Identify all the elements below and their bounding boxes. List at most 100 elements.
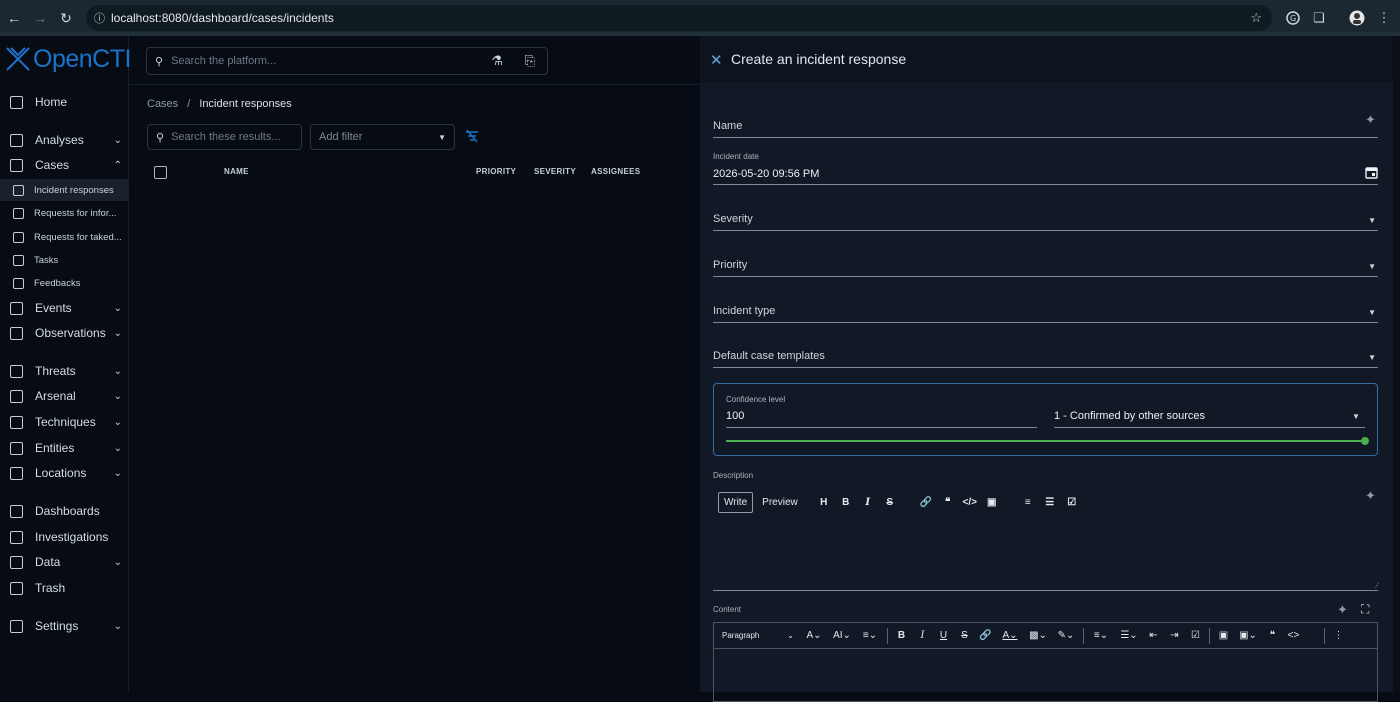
bullet-list-icon[interactable]: ≡: [1017, 497, 1039, 508]
highlight-icon[interactable]: ✎⌄: [1052, 630, 1080, 641]
sidebar-item-requests-for-infor[interactable]: Requests for infor...: [0, 202, 129, 224]
todo-list-icon[interactable]: ☑: [1185, 630, 1206, 641]
numbered-list-icon[interactable]: ☰: [1039, 497, 1061, 508]
confidence-select[interactable]: 1 - Confirmed by other sources: [1054, 410, 1205, 422]
code-block-icon[interactable]: <>: [1283, 630, 1304, 641]
clear-filters-icon[interactable]: [465, 129, 479, 146]
background-color-icon[interactable]: ▩⌄: [1024, 630, 1052, 641]
strikethrough-icon[interactable]: S: [954, 630, 975, 641]
indent-icon[interactable]: ⇥: [1164, 630, 1185, 641]
sidebar-item-dashboards[interactable]: Dashboards: [0, 499, 129, 523]
page-scrollbar[interactable]: [1393, 36, 1400, 692]
ai-sparkle-icon[interactable]: ✦: [1365, 112, 1376, 128]
block-quote-icon[interactable]: ❝: [1262, 630, 1283, 641]
write-tab[interactable]: Write: [718, 491, 754, 513]
incident-type-select[interactable]: Incident type ▼: [713, 298, 1378, 323]
column-priority[interactable]: PRIORITY: [476, 167, 516, 176]
font-family-icon[interactable]: AI⌄: [828, 630, 856, 641]
ai-search-icon[interactable]: ⚗: [491, 53, 503, 69]
confidence-input[interactable]: 100: [726, 410, 744, 422]
bold-icon[interactable]: B: [891, 630, 912, 641]
grammarly-icon[interactable]: G: [1283, 5, 1303, 31]
sidebar-item-analyses[interactable]: Analyses ⌄: [0, 128, 129, 152]
image-options-icon[interactable]: ▣⌄: [1234, 630, 1262, 641]
reload-icon[interactable]: ↻: [52, 4, 80, 32]
platform-search-input[interactable]: ⚲ Search the platform... ⚗ ⎘: [146, 47, 548, 75]
sidebar-item-incident-responses[interactable]: Incident responses: [0, 179, 129, 201]
case-templates-select[interactable]: Default case templates ▼: [713, 343, 1378, 368]
sidebar-item-techniques[interactable]: Techniques ⌄: [0, 410, 129, 434]
link-icon[interactable]: 🔗: [915, 497, 937, 508]
caret-down-icon: ▼: [1368, 308, 1376, 317]
select-all-checkbox[interactable]: [154, 166, 167, 179]
sidebar-item-locations[interactable]: Locations ⌄: [0, 461, 129, 485]
close-icon[interactable]: ✕: [710, 51, 723, 69]
sidebar-item-cases[interactable]: Cases ⌃: [0, 153, 129, 177]
confidence-slider-thumb[interactable]: [1361, 437, 1369, 445]
confidence-slider-track[interactable]: [726, 440, 1366, 442]
breadcrumb-cases[interactable]: Cases: [147, 98, 178, 110]
name-field[interactable]: Name: [713, 116, 1378, 138]
sidebar-item-observations[interactable]: Observations ⌄: [0, 321, 129, 345]
calendar-icon[interactable]: [1365, 166, 1378, 184]
align-icon[interactable]: ≡⌄: [856, 630, 884, 641]
bulk-search-icon[interactable]: ⎘: [525, 53, 535, 69]
forward-icon[interactable]: →: [26, 4, 54, 32]
address-bar[interactable]: ⓘ localhost:8080/dashboard/cases/inciden…: [86, 5, 1272, 31]
checklist-icon[interactable]: ☑: [1061, 497, 1083, 508]
bold-icon[interactable]: B: [835, 497, 857, 508]
column-name[interactable]: NAME: [224, 167, 249, 176]
opencti-logo[interactable]: OpenCTI: [5, 44, 131, 74]
font-size-icon[interactable]: A⌄: [800, 630, 828, 641]
resize-handle-icon[interactable]: ∕: [1377, 581, 1378, 590]
ai-sparkle-icon[interactable]: ✦: [1337, 602, 1348, 618]
heading-icon[interactable]: H: [813, 497, 835, 508]
sidebar-item-data[interactable]: Data ⌄: [0, 550, 129, 574]
font-color-icon[interactable]: A⌄: [996, 630, 1024, 641]
list-search-input[interactable]: ⚲ Search these results...: [147, 124, 302, 150]
case-templates-label: Default case templates: [713, 350, 825, 362]
sidebar-item-feedbacks[interactable]: Feedbacks: [0, 272, 129, 294]
image-icon[interactable]: ▣: [981, 497, 1003, 508]
link-icon[interactable]: 🔗: [975, 630, 996, 641]
bookmark-star-icon[interactable]: ☆: [1250, 10, 1262, 26]
profile-avatar[interactable]: [1346, 5, 1368, 31]
sidebar-item-settings[interactable]: Settings ⌄: [0, 614, 129, 638]
sidebar-item-arsenal[interactable]: Arsenal ⌄: [0, 384, 129, 408]
strikethrough-icon[interactable]: S: [879, 497, 901, 508]
ai-sparkle-icon[interactable]: ✦: [1365, 488, 1376, 504]
browser-menu-icon[interactable]: ⋮: [1374, 5, 1394, 31]
severity-select[interactable]: Severity ▼: [713, 206, 1378, 231]
sidebar-item-threats[interactable]: Threats ⌄: [0, 359, 129, 383]
description-textarea[interactable]: ∕: [713, 514, 1378, 591]
code-icon[interactable]: </>: [959, 497, 981, 508]
column-severity[interactable]: SEVERITY: [534, 167, 576, 176]
extensions-icon[interactable]: ❏: [1309, 5, 1329, 31]
underline-icon[interactable]: U: [933, 630, 954, 641]
sidebar-item-trash[interactable]: Trash: [0, 576, 129, 600]
fullscreen-icon[interactable]: ⛶: [1361, 602, 1369, 617]
sidebar-item-investigations[interactable]: Investigations: [0, 525, 129, 549]
column-assignees[interactable]: ASSIGNEES: [591, 167, 640, 176]
sidebar-item-tasks[interactable]: Tasks: [0, 249, 129, 271]
italic-icon[interactable]: I: [912, 630, 933, 641]
priority-select[interactable]: Priority ▼: [713, 252, 1378, 277]
add-filter-select[interactable]: Add filter ▼: [310, 124, 455, 150]
insert-image-icon[interactable]: ▣: [1213, 630, 1234, 641]
outdent-icon[interactable]: ⇤: [1143, 630, 1164, 641]
preview-tab[interactable]: Preview: [757, 493, 803, 512]
numbered-list-icon[interactable]: ☰⌄: [1115, 630, 1143, 641]
paragraph-select[interactable]: Paragraph ⌄: [722, 631, 800, 640]
more-options-icon[interactable]: ⋮: [1328, 630, 1349, 641]
bullet-list-icon[interactable]: ≡⌄: [1087, 630, 1115, 641]
back-icon[interactable]: ←: [0, 4, 28, 32]
italic-icon[interactable]: I: [857, 497, 879, 508]
incident-date-field[interactable]: Incident date 2026-05-20 09:56 PM: [713, 150, 1378, 185]
sidebar-item-events[interactable]: Events ⌄: [0, 296, 129, 320]
quote-icon[interactable]: ❝: [937, 497, 959, 508]
sidebar-item-entities[interactable]: Entities ⌄: [0, 436, 129, 460]
site-info-icon[interactable]: ⓘ: [94, 10, 105, 26]
content-editor[interactable]: Paragraph ⌄ A⌄ AI⌄ ≡⌄ B I U S 🔗 A⌄ ▩⌄ ✎⌄…: [713, 622, 1378, 702]
sidebar-item-requests-for-taked[interactable]: Requests for taked...: [0, 226, 129, 248]
sidebar-item-home[interactable]: Home: [0, 90, 129, 114]
